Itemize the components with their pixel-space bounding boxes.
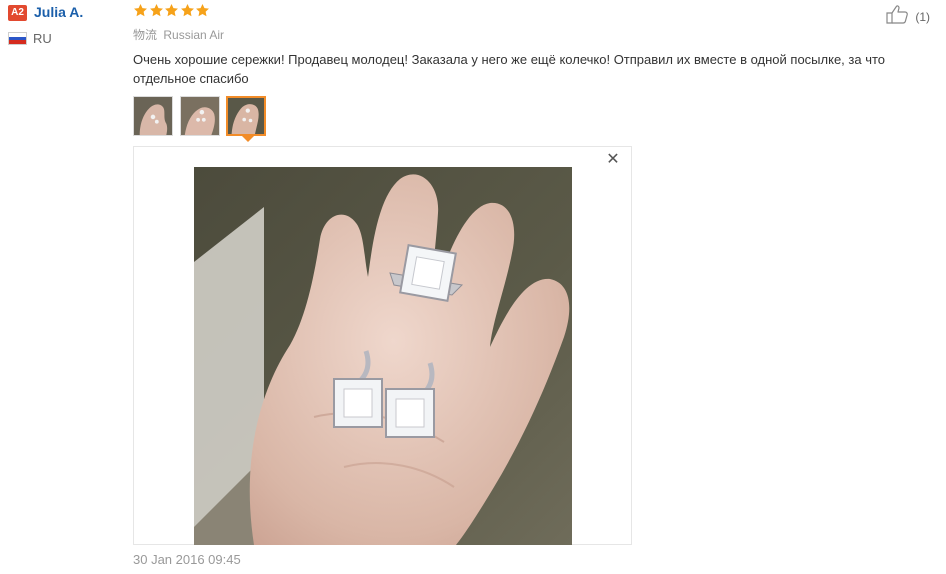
- thumbnail-photo-3[interactable]: [226, 96, 266, 136]
- close-icon[interactable]: ✕: [605, 152, 621, 168]
- hand-photo-icon: [181, 97, 219, 135]
- helpful-button[interactable]: (1): [886, 4, 930, 24]
- country-flag-icon: [8, 32, 27, 45]
- logistics-label: 物流: [133, 28, 158, 42]
- helpful-count: (1): [915, 9, 930, 24]
- star-icon: [149, 3, 164, 18]
- thumbnail-photo-1[interactable]: [133, 96, 173, 136]
- user-name-link[interactable]: Julia A.: [34, 4, 83, 20]
- star-icon: [195, 3, 210, 18]
- user-level-badge: A2: [8, 5, 27, 21]
- logistics-value: Russian Air: [163, 28, 225, 42]
- star-rating: [133, 3, 211, 21]
- star-icon: [133, 3, 148, 18]
- star-icon: [180, 3, 195, 18]
- active-thumbnail-indicator: [242, 136, 254, 142]
- review-photo: [194, 167, 572, 545]
- photo-viewer: ✕: [133, 146, 632, 545]
- review-text: Очень хорошие сережки! Продавец молодец!…: [133, 52, 886, 86]
- thumbnail-photo-2[interactable]: [180, 96, 220, 136]
- star-icon: [164, 3, 179, 18]
- hand-photo-icon: [134, 97, 172, 135]
- hand-photo-icon: [228, 98, 264, 134]
- logistics-info: 物流 Russian Air: [133, 26, 224, 43]
- thumbs-up-icon: [886, 4, 910, 29]
- review-date: 30 Jan 2016 09:45: [133, 552, 241, 567]
- user-country: RU: [33, 31, 52, 46]
